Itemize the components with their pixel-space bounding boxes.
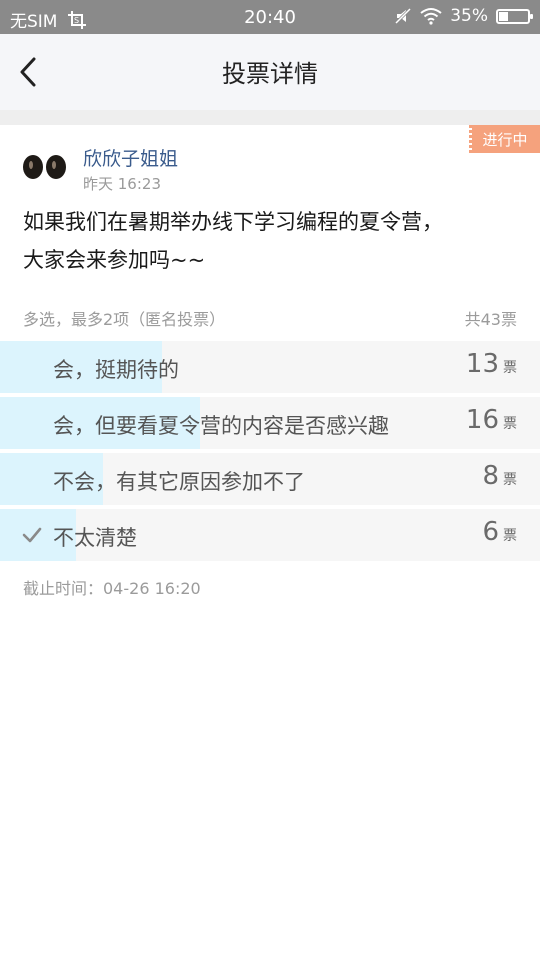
option-label: 不会，有其它原因参加不了: [53, 470, 305, 494]
status-badge: 进行中: [469, 125, 540, 153]
mute-icon: [395, 7, 412, 25]
poll-question-line: 大家会来参加吗~~: [23, 248, 206, 272]
poll-total: 共43票: [464, 310, 517, 329]
section-divider: [0, 110, 540, 125]
vote-count-number: 13: [465, 349, 499, 379]
poll-question: 如果我们在暑期举办线下学习编程的夏令营， 大家会来参加吗~~: [23, 203, 513, 279]
status-bar: 无SIM S 20:40 35%: [0, 0, 540, 34]
poll-option-1[interactable]: 会，挺期待的 13 票: [0, 341, 540, 393]
option-label: 会，但要看夏令营的内容是否感兴趣: [53, 414, 389, 438]
poll-option-2[interactable]: 会，但要看夏令营的内容是否感兴趣 16 票: [0, 397, 540, 449]
vote-count-number: 16: [465, 405, 499, 435]
vote-unit: 票: [503, 528, 517, 544]
vote-count: 16 票: [466, 405, 517, 435]
vote-unit: 票: [503, 360, 517, 376]
vote-count-number: 6: [482, 517, 499, 547]
vote-unit: 票: [503, 472, 517, 488]
post-time: 昨天 16:23: [83, 175, 161, 193]
avatar[interactable]: [22, 152, 68, 182]
vote-unit: 票: [503, 416, 517, 432]
vote-count-number: 8: [482, 461, 499, 491]
battery-icon: [496, 8, 533, 24]
page-title: 投票详情: [222, 60, 318, 88]
poll-meta: 多选，最多2项（匿名投票）: [23, 310, 226, 329]
check-icon: [22, 527, 42, 543]
poll-option-3[interactable]: 不会，有其它原因参加不了 8 票: [0, 453, 540, 505]
vote-count: 13 票: [466, 349, 517, 379]
status-badge-label: 进行中: [482, 130, 528, 149]
status-right: 35%: [394, 6, 533, 26]
option-label: 会，挺期待的: [53, 358, 179, 382]
vote-count: 6 票: [482, 517, 517, 547]
vote-count: 8 票: [482, 461, 517, 491]
author-name[interactable]: 欣欣子姐姐: [83, 144, 178, 171]
poll-question-line: 如果我们在暑期举办线下学习编程的夏令营，: [23, 210, 443, 234]
poll-deadline: 截止时间：04-26 16:20: [23, 579, 201, 598]
wifi-icon: [420, 8, 442, 25]
battery-percent: 35%: [450, 6, 488, 26]
option-label: 不太清楚: [53, 526, 137, 550]
nav-header: 投票详情: [0, 34, 540, 110]
poll-option-4[interactable]: 不太清楚 6 票: [0, 509, 540, 561]
